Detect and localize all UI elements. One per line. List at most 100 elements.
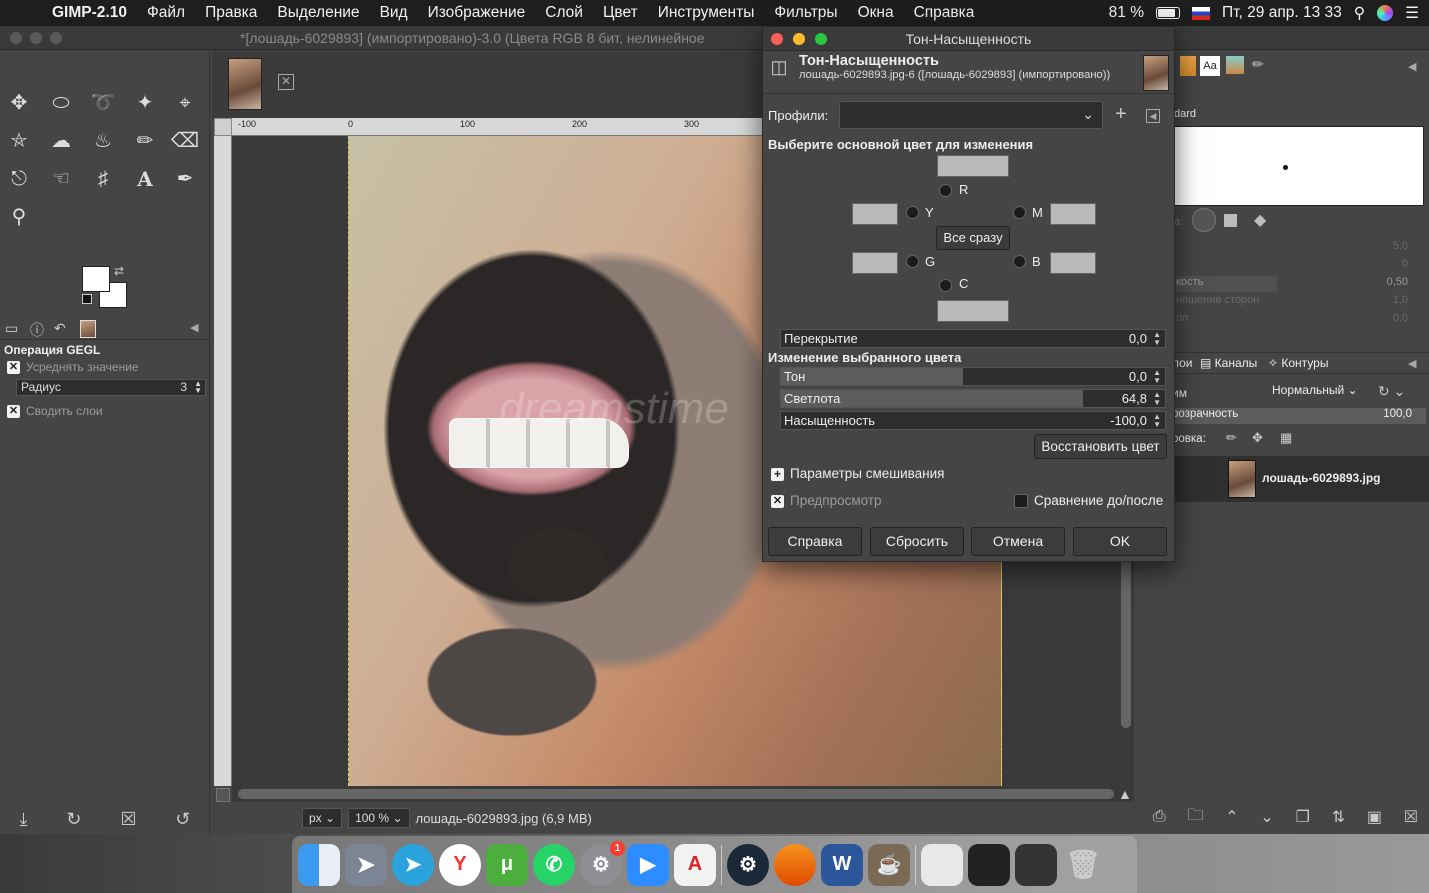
- blend-options-expander-icon[interactable]: +: [771, 468, 784, 481]
- foreground-color-swatch[interactable]: [82, 266, 110, 292]
- menu-filters[interactable]: Фильтры: [764, 4, 847, 22]
- panel-menu-icon[interactable]: ◀: [1408, 357, 1416, 370]
- menu-select[interactable]: Выделение: [267, 4, 369, 22]
- radio-magenta[interactable]: [1013, 206, 1026, 219]
- spinner-arrows-icon[interactable]: ▲ ▼: [1153, 413, 1161, 429]
- navigate-icon[interactable]: [216, 788, 230, 802]
- activity-monitor-icon[interactable]: [968, 843, 1010, 886]
- save-preset-icon[interactable]: ⤓: [19, 809, 27, 830]
- zoom-select[interactable]: 100 % ⌄: [348, 808, 410, 828]
- finder-icon[interactable]: [298, 843, 340, 886]
- whatsapp-icon[interactable]: ✆: [533, 843, 575, 886]
- compare-checkbox[interactable]: [1014, 494, 1028, 508]
- app-menu[interactable]: GIMP-2.10: [44, 4, 137, 22]
- battery-icon[interactable]: [1156, 7, 1181, 19]
- zoom-window-icon[interactable]: [50, 32, 62, 44]
- gimp-icon[interactable]: ☕: [868, 843, 910, 886]
- zoom-dialog-icon[interactable]: [815, 33, 827, 45]
- blend-options-label[interactable]: Параметры смешивания: [790, 466, 944, 481]
- menu-color[interactable]: Цвет: [593, 4, 648, 22]
- layer-mask-icon[interactable]: ▣: [1367, 807, 1382, 827]
- system-preferences-icon[interactable]: ⚙ 1: [580, 840, 625, 886]
- text-tool-icon[interactable]: A: [130, 164, 160, 194]
- raise-layer-icon[interactable]: ⌃: [1225, 807, 1238, 827]
- merge-layers-checkbox[interactable]: ✕: [7, 405, 20, 418]
- delete-layer-icon[interactable]: ☒: [1404, 807, 1418, 827]
- all-colors-button[interactable]: Все сразу: [936, 226, 1010, 250]
- close-image-tab-icon[interactable]: ✕: [278, 74, 294, 90]
- preset-menu-icon[interactable]: ◀: [1146, 109, 1160, 123]
- hue-slider[interactable]: Тон 0,0 ▲ ▼: [780, 367, 1166, 386]
- unified-transform-tool-icon[interactable]: ⛤: [4, 126, 34, 156]
- panel-menu-icon[interactable]: ◀: [1408, 60, 1416, 73]
- minimize-dialog-icon[interactable]: [793, 33, 805, 45]
- profiles-select[interactable]: ⌄: [839, 101, 1103, 129]
- color-picker-tool-icon[interactable]: ✒: [170, 164, 200, 194]
- scrollbar-thumb[interactable]: [238, 789, 1114, 799]
- new-layer-group-icon[interactable]: 🗀: [1187, 804, 1203, 831]
- menu-tools[interactable]: Инструменты: [648, 4, 765, 22]
- quick-mask-toggle[interactable]: [214, 118, 232, 136]
- unit-select[interactable]: px ⌄: [302, 808, 343, 828]
- brush-spikes-row[interactable]: 0: [1176, 258, 1422, 274]
- image-tab-thumbnail[interactable]: [228, 58, 262, 110]
- warp-tool-icon[interactable]: ☁: [46, 126, 76, 156]
- crop-tool-icon[interactable]: ⌖: [170, 88, 200, 118]
- paintbrush-tool-icon[interactable]: ✏: [130, 126, 160, 156]
- radio-yellow[interactable]: [906, 206, 919, 219]
- tab-channels[interactable]: ▤ Каналы: [1200, 356, 1257, 370]
- menu-windows[interactable]: Окна: [848, 4, 904, 22]
- new-layer-icon[interactable]: ⎙: [1153, 808, 1166, 826]
- hardness-row[interactable]: кость 0,50: [1176, 276, 1422, 292]
- yandex-browser-icon[interactable]: Y: [439, 843, 481, 886]
- menu-help[interactable]: Справка: [904, 4, 985, 22]
- move-tool-icon[interactable]: ✥: [4, 88, 34, 118]
- reset-options-icon[interactable]: ↺: [175, 809, 190, 830]
- launchpad-icon[interactable]: ➤: [345, 843, 387, 886]
- steam-icon[interactable]: ⚙: [727, 843, 769, 886]
- swap-colors-icon[interactable]: ⇄: [114, 264, 124, 278]
- opacity-slider[interactable]: розрачность 100,0: [1172, 408, 1426, 424]
- lock-pixels-icon[interactable]: ✏: [1226, 430, 1237, 446]
- brush-size-row[interactable]: 5,0: [1176, 240, 1422, 256]
- utorrent-icon[interactable]: μ: [486, 843, 528, 886]
- device-status-tab-icon[interactable]: ⓘ: [30, 320, 44, 340]
- menu-view[interactable]: Вид: [370, 4, 418, 22]
- radio-green[interactable]: [906, 255, 919, 268]
- spotlight-search-icon[interactable]: ⚲: [1354, 4, 1365, 23]
- ok-button[interactable]: OK: [1073, 527, 1167, 556]
- angle-row[interactable]: ол 0,0: [1176, 312, 1422, 328]
- round-shape-icon[interactable]: [1192, 208, 1216, 232]
- lasso-tool-icon[interactable]: ➰: [88, 88, 118, 118]
- lightness-slider[interactable]: Светлота 64,8 ▲ ▼: [780, 389, 1166, 408]
- bucket-fill-tool-icon[interactable]: ♨: [88, 126, 118, 156]
- lower-layer-icon[interactable]: ⌄: [1260, 807, 1273, 827]
- radius-spinner[interactable]: Радиус 3 ▲ ▼: [16, 379, 206, 396]
- spinner-arrows-icon[interactable]: ▲ ▼: [1153, 369, 1161, 385]
- fl-studio-icon[interactable]: [774, 843, 816, 886]
- spinner-arrows-icon[interactable]: ▲ ▼: [194, 380, 202, 395]
- duplicate-layer-icon[interactable]: ❐: [1296, 807, 1310, 827]
- document-icon[interactable]: [921, 843, 963, 886]
- delete-preset-icon[interactable]: ☒: [120, 809, 136, 830]
- zoom-to-fit-icon[interactable]: ▲: [1118, 786, 1132, 802]
- layer-mode-select[interactable]: Нормальный ⌄: [1272, 383, 1358, 397]
- menu-file[interactable]: Файл: [137, 4, 195, 22]
- fuzzy-select-tool-icon[interactable]: ✦: [130, 88, 160, 118]
- saturation-slider[interactable]: Насыщенность -100,0 ▲ ▼: [780, 411, 1166, 430]
- acrobat-reader-icon[interactable]: A: [674, 843, 716, 886]
- overlap-slider[interactable]: Перекрытие 0,0 ▲ ▼: [780, 329, 1166, 348]
- lock-position-icon[interactable]: ✥: [1252, 430, 1263, 446]
- close-dialog-icon[interactable]: [771, 33, 783, 45]
- add-preset-icon[interactable]: +: [1115, 103, 1127, 126]
- tab-layers[interactable]: лои: [1172, 356, 1193, 370]
- undo-history-tab-icon[interactable]: ↶: [54, 320, 66, 337]
- smudge-tool-icon[interactable]: ☜: [46, 164, 76, 194]
- paths-tool-icon[interactable]: ♯: [88, 164, 118, 194]
- menu-image[interactable]: Изображение: [418, 4, 536, 22]
- minimize-window-icon[interactable]: [30, 32, 42, 44]
- word-icon[interactable]: W: [821, 843, 863, 886]
- aspect-ratio-row[interactable]: ношение сторон 1,0: [1176, 294, 1422, 310]
- notification-center-icon[interactable]: ☰: [1405, 4, 1419, 23]
- input-source-flag-icon[interactable]: [1192, 6, 1211, 20]
